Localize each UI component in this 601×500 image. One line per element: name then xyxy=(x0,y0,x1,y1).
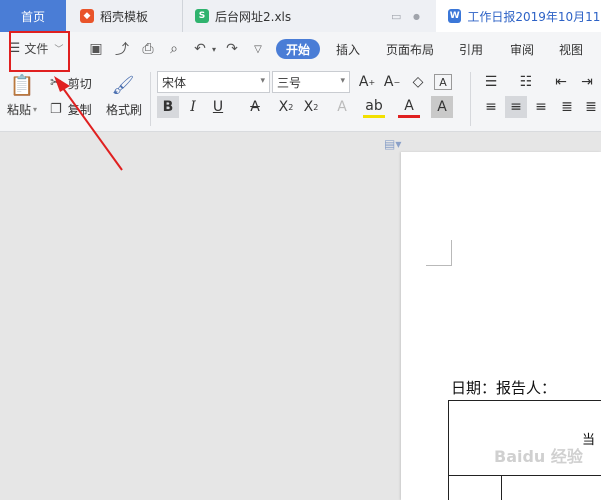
chevron-down-icon: ▾ xyxy=(260,76,265,86)
save-icon[interactable]: ▣ xyxy=(86,39,106,59)
grow-font-icon[interactable]: A + xyxy=(356,71,378,93)
date-reporter-line[interactable]: 日期：报告人： xyxy=(451,377,556,398)
brush-icon: 🖌 xyxy=(111,74,135,96)
watermark-logo: Baidu 经验 xyxy=(494,447,583,466)
tab-start[interactable]: 开始 xyxy=(276,39,321,59)
bullet-list-icon[interactable]: ☰ xyxy=(480,71,502,93)
menu-references-label: 引用 xyxy=(459,42,484,57)
tab-review[interactable]: 审阅 xyxy=(510,39,534,59)
text-effect-icon[interactable]: A xyxy=(331,96,353,118)
paste-label: 粘贴 xyxy=(6,102,31,117)
copy-label: 复制 xyxy=(67,102,92,117)
table-divider xyxy=(501,476,502,500)
tab-spreadsheet[interactable]: S 后台网址2.xls ▭ ● xyxy=(182,0,436,32)
scissors-icon: ✂ xyxy=(50,75,62,91)
main-toolbar: ☰ 文件 ﹀ ▣ ⤴ ⎙ ⌕ ↶ ▾ ↷ ▽ 开始 插入 页面布局 引用 审阅 … xyxy=(0,32,601,66)
decrease-indent-icon[interactable]: ⇤ xyxy=(550,71,572,93)
copy-icon: ❐ xyxy=(50,101,62,117)
undo-dropdown-icon[interactable]: ▾ xyxy=(204,39,224,59)
font-size-select[interactable]: 三号 ▾ xyxy=(272,71,350,93)
tab-templates[interactable]: ◆ 稻壳模板 xyxy=(66,0,182,32)
shrink-font-icon[interactable]: A − xyxy=(381,71,403,93)
cut-button[interactable]: ✂ 剪切 xyxy=(50,74,92,92)
monitor-icon[interactable]: ▭ xyxy=(391,10,401,23)
align-center-icon[interactable]: ≡ xyxy=(505,96,527,118)
tab-home[interactable]: 首页 xyxy=(0,0,66,32)
paste-dropdown[interactable]: 粘贴 ▾ xyxy=(4,100,40,118)
align-left-icon[interactable]: ≡ xyxy=(480,96,502,118)
bold-icon[interactable]: B xyxy=(157,96,179,118)
menu-review-label: 审阅 xyxy=(510,42,535,57)
numbered-list-icon[interactable]: ☷ xyxy=(515,71,537,93)
ribbon-start: 📋 粘贴 ▾ ✂ 剪切 ❐ 复制 🖌 格式刷 宋体 ▾ 三号 ▾ A + A − ◇ … xyxy=(0,66,601,132)
customize-dropdown-icon[interactable]: ▽ xyxy=(248,39,268,59)
tab-view[interactable]: 视图 xyxy=(559,39,583,59)
share-icon[interactable]: ⤴ xyxy=(112,39,132,59)
print-icon[interactable]: ⎙ xyxy=(138,39,158,59)
character-shading-icon[interactable]: A xyxy=(431,96,453,118)
strikethrough-icon[interactable]: A xyxy=(244,96,266,118)
margin-corner-mark xyxy=(426,240,452,266)
annotation-highlight-box xyxy=(9,31,70,72)
ribbon-divider xyxy=(150,72,151,126)
tab-insert[interactable]: 插入 xyxy=(336,39,360,59)
spreadsheet-icon: S xyxy=(195,9,209,23)
chevron-down-icon: ▾ xyxy=(340,76,345,86)
menu-insert-label: 插入 xyxy=(336,42,361,57)
underline-icon[interactable]: U xyxy=(207,96,229,118)
character-border-icon[interactable]: A xyxy=(434,74,452,90)
clear-format-icon[interactable]: ◇ xyxy=(407,71,429,93)
font-size-value: 三号 xyxy=(277,75,302,90)
redo-icon[interactable]: ↷ xyxy=(222,39,242,59)
ribbon-divider xyxy=(470,72,471,126)
format-painter-label-wrap[interactable]: 格式刷 xyxy=(102,100,146,118)
tab-references[interactable]: 引用 xyxy=(459,39,483,59)
justify-icon[interactable]: ≣ xyxy=(556,96,578,118)
distributed-icon[interactable]: ≣ xyxy=(580,96,601,118)
tab-home-label: 首页 xyxy=(20,9,45,24)
tab-document-label: 工作日报2019年10月11... xyxy=(467,9,601,24)
font-color-icon[interactable]: A xyxy=(398,96,420,118)
clipboard-icon: 📋 xyxy=(9,73,35,97)
menu-start-label: 开始 xyxy=(286,42,311,57)
table-cell-text: 当 xyxy=(582,433,596,448)
italic-icon[interactable]: I xyxy=(182,96,204,118)
increase-indent-icon[interactable]: ⇥ xyxy=(576,71,598,93)
superscript-icon[interactable]: X2 xyxy=(275,96,297,118)
cut-label: 剪切 xyxy=(67,76,92,91)
copy-button[interactable]: ❐ 复制 xyxy=(50,100,92,118)
format-painter-label: 格式刷 xyxy=(105,102,142,117)
paste-button[interactable]: 📋 xyxy=(8,72,36,98)
format-painter-button[interactable]: 🖌 xyxy=(110,72,136,98)
page-settings-icon[interactable]: ▤▾ xyxy=(384,137,401,151)
menu-view-label: 视图 xyxy=(559,42,584,57)
daoke-icon: ◆ xyxy=(80,9,94,23)
tab-templates-label: 稻壳模板 xyxy=(100,9,149,24)
print-preview-icon[interactable]: ⌕ xyxy=(164,39,184,59)
tab-page-layout[interactable]: 页面布局 xyxy=(386,39,434,59)
align-right-icon[interactable]: ≡ xyxy=(530,96,552,118)
menu-layout-label: 页面布局 xyxy=(386,42,435,57)
subscript-icon[interactable]: X2 xyxy=(300,96,322,118)
tab-document[interactable]: W 工作日报2019年10月11... xyxy=(436,0,601,32)
writer-icon: W xyxy=(448,9,462,23)
tab-spreadsheet-label: 后台网址2.xls xyxy=(215,9,292,24)
highlight-icon[interactable]: ab xyxy=(363,96,385,118)
font-name-select[interactable]: 宋体 ▾ xyxy=(157,71,270,93)
tab-bar: 首页 ◆ 稻壳模板 S 后台网址2.xls ▭ ● W 工作日报2019年10月… xyxy=(0,0,601,32)
dot-icon[interactable]: ● xyxy=(413,12,420,21)
font-name-value: 宋体 xyxy=(162,75,187,90)
